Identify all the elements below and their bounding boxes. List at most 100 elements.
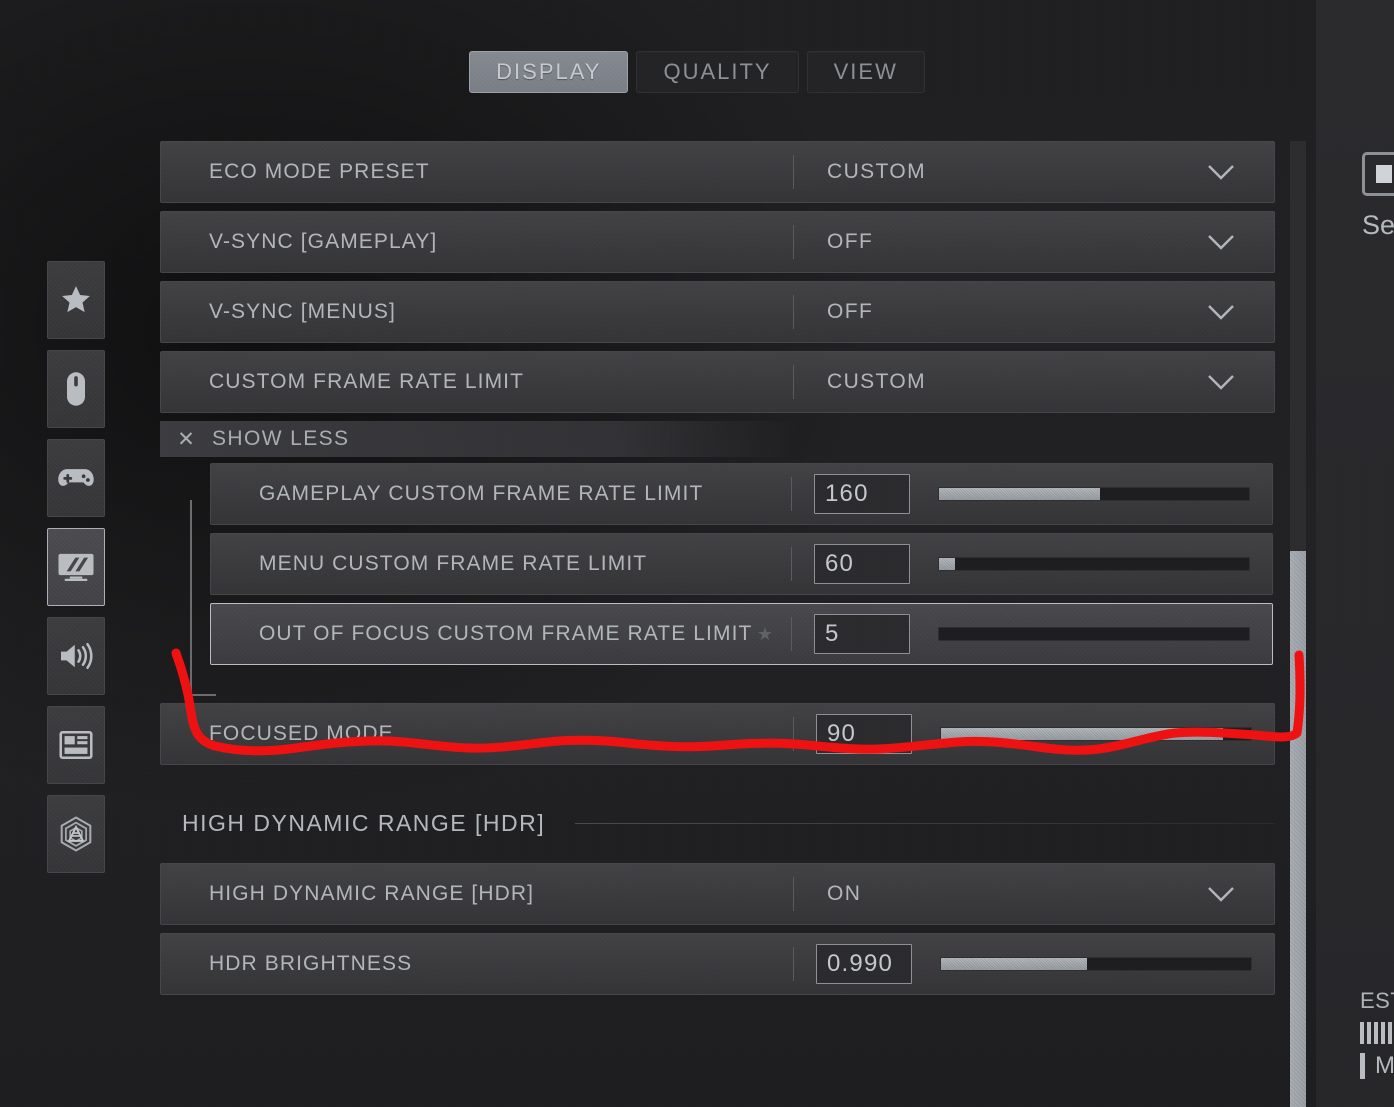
star-icon [59, 283, 93, 317]
slider-track[interactable] [940, 957, 1252, 971]
setting-label: CUSTOM FRAME RATE LIMIT [209, 370, 525, 393]
show-less-label: SHOW LESS [212, 427, 350, 450]
slider-control[interactable]: 160 [792, 474, 1272, 514]
slider-fill [939, 488, 1101, 500]
stop-square-glyph [1376, 165, 1392, 183]
value-field[interactable]: 160 [814, 474, 910, 514]
dropdown-value: CUSTOM [827, 160, 927, 183]
dropdown-control[interactable]: OFF [794, 300, 1274, 324]
settings-screen: DISPLAY QUALITY VIEW ECO MODE PRESET CUS… [0, 0, 1394, 1107]
slider-fill [939, 558, 955, 570]
show-less-toggle[interactable]: ✕ SHOW LESS [160, 421, 798, 457]
value-field[interactable]: 60 [814, 544, 910, 584]
gauge-tick [1374, 1022, 1378, 1044]
setting-row-eco-mode-preset[interactable]: ECO MODE PRESET CUSTOM [160, 141, 1275, 203]
setting-row-menu-custom-frame-rate-limit[interactable]: MENU CUSTOM FRAME RATE LIMIT 60 [210, 533, 1273, 595]
value-field[interactable]: 5 [814, 614, 910, 654]
broadcast-icon [57, 815, 95, 853]
tab-bar: DISPLAY QUALITY VIEW [0, 51, 1394, 93]
right-panel-title: Set [1362, 210, 1394, 240]
gauge-tick [1381, 1022, 1385, 1044]
setting-label: V-SYNC [GAMEPLAY] [209, 230, 438, 253]
slider-track[interactable] [940, 727, 1252, 741]
speaker-icon [57, 641, 95, 671]
sidebar-item-graphics[interactable] [47, 528, 105, 606]
mouse-icon [61, 371, 91, 407]
setting-label: V-SYNC [MENUS] [209, 300, 396, 323]
setting-label: GAMEPLAY CUSTOM FRAME RATE LIMIT [259, 482, 704, 505]
setting-row-custom-frame-rate-limit[interactable]: CUSTOM FRAME RATE LIMIT CUSTOM [160, 351, 1275, 413]
slider-control[interactable]: 60 [792, 544, 1272, 584]
chevron-down-icon [1206, 163, 1236, 181]
tab-quality[interactable]: QUALITY [636, 51, 799, 93]
gamepad-icon [57, 465, 95, 491]
mode-tick [1360, 1053, 1365, 1079]
performance-gauge [1360, 1022, 1394, 1044]
setting-row-v-sync-menus[interactable]: V-SYNC [MENUS] OFF [160, 281, 1275, 343]
dropdown-control[interactable]: CUSTOM [794, 370, 1274, 394]
setting-row-out-of-focus-custom-frame-rate-limit[interactable]: OUT OF FOCUS CUSTOM FRAME RATE LIMIT ★ 5 [210, 603, 1273, 665]
slider-control[interactable]: 0.990 [794, 944, 1274, 984]
sidebar-item-controller[interactable] [47, 439, 105, 517]
settings-list: ECO MODE PRESET CUSTOM V-SYNC [GAMEPLAY]… [160, 141, 1275, 1107]
chevron-down-icon [1206, 303, 1236, 321]
slider-fill [941, 958, 1087, 970]
slider-fill [941, 728, 1224, 740]
setting-row-high-dynamic-range-hdr[interactable]: HIGH DYNAMIC RANGE [HDR] ON [160, 863, 1275, 925]
setting-label: OUT OF FOCUS CUSTOM FRAME RATE LIMIT [259, 622, 753, 645]
estimated-label: ESTI [1360, 988, 1394, 1013]
setting-label: ECO MODE PRESET [209, 160, 430, 183]
tab-display[interactable]: DISPLAY [469, 51, 629, 93]
setting-row-gameplay-custom-frame-rate-limit[interactable]: GAMEPLAY CUSTOM FRAME RATE LIMIT 160 [210, 463, 1273, 525]
tab-view[interactable]: VIEW [806, 51, 925, 93]
chevron-down-icon [1206, 885, 1236, 903]
value-field[interactable]: 90 [816, 714, 912, 754]
dropdown-value: ON [827, 882, 862, 905]
dropdown-value: OFF [827, 300, 874, 323]
sidebar-item-audio[interactable] [47, 617, 105, 695]
sidebar-item-interface[interactable] [47, 706, 105, 784]
slider-track[interactable] [938, 627, 1250, 641]
sidebar-item-telemetry[interactable] [47, 795, 105, 873]
tab-view-label: VIEW [833, 59, 898, 84]
scrollbar-thumb[interactable] [1290, 551, 1306, 1107]
tab-display-label: DISPLAY [496, 59, 602, 84]
dropdown-control[interactable]: ON [794, 882, 1274, 906]
setting-row-focused-mode[interactable]: FOCUSED MODE 90 [160, 703, 1275, 765]
right-info-panel: Set ESTI MO [1316, 0, 1394, 1107]
slider-control[interactable]: 90 [794, 714, 1274, 754]
gauge-tick [1367, 1022, 1371, 1044]
sidebar-item-mouse-keyboard[interactable] [47, 350, 105, 428]
dropdown-control[interactable]: CUSTOM [794, 160, 1274, 184]
slider-track[interactable] [938, 487, 1250, 501]
setting-row-hdr-brightness[interactable]: HDR BRIGHTNESS 0.990 [160, 933, 1275, 995]
stop-square-icon[interactable] [1362, 152, 1394, 196]
dropdown-value: CUSTOM [827, 370, 927, 393]
dropdown-control[interactable]: OFF [794, 230, 1274, 254]
chevron-down-icon [1206, 373, 1236, 391]
dropdown-value: OFF [827, 230, 874, 253]
tab-quality-label: QUALITY [663, 59, 772, 84]
slider-track[interactable] [938, 557, 1250, 571]
gauge-tick [1388, 1022, 1392, 1044]
setting-row-v-sync-gameplay[interactable]: V-SYNC [GAMEPLAY] OFF [160, 211, 1275, 273]
close-icon: ✕ [177, 427, 195, 451]
section-title: HIGH DYNAMIC RANGE [HDR] [182, 809, 546, 836]
monitor-icon [57, 552, 95, 582]
section-divider [575, 822, 1275, 824]
setting-label: HIGH DYNAMIC RANGE [HDR] [209, 882, 535, 905]
setting-label: MENU CUSTOM FRAME RATE LIMIT [259, 552, 648, 575]
star-icon[interactable]: ★ [757, 624, 773, 645]
hud-layout-icon [59, 731, 93, 759]
value-field[interactable]: 0.990 [816, 944, 912, 984]
gauge-tick [1360, 1022, 1364, 1044]
section-header-hdr: HIGH DYNAMIC RANGE [HDR] [160, 801, 1275, 845]
mode-label: MO [1375, 1052, 1394, 1079]
chevron-down-icon [1206, 233, 1236, 251]
setting-label: HDR BRIGHTNESS [209, 952, 413, 975]
sidebar-item-favorites[interactable] [47, 261, 105, 339]
mode-label-row: MO [1360, 1052, 1394, 1080]
slider-control[interactable]: 5 [792, 614, 1272, 654]
setting-label: FOCUSED MODE [209, 722, 394, 745]
